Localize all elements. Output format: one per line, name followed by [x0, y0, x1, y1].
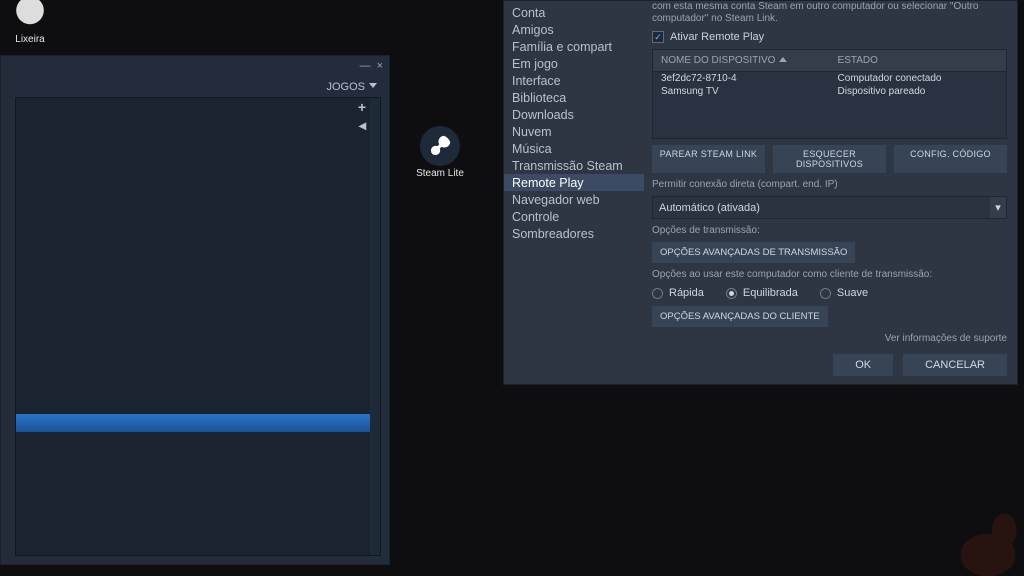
library-list[interactable]: + ◂ [15, 97, 381, 556]
col-device[interactable]: NOME DO DISPOSITIVO [661, 55, 838, 66]
desktop-label: Lixeira [5, 34, 55, 45]
remote-play-description: com esta mesma conta Steam em outro comp… [652, 1, 1007, 25]
radio-label: Suave [837, 287, 868, 299]
settings-content: com esta mesma conta Steam em outro comp… [644, 1, 1017, 384]
chevron-down-icon: ▾ [990, 197, 1006, 218]
col-state[interactable]: ESTADO [838, 55, 998, 66]
nav-navegador[interactable]: Navegador web [512, 191, 644, 208]
nav-familia[interactable]: Família e compart [512, 38, 644, 55]
radio-label: Equilibrada [743, 287, 798, 299]
add-button[interactable]: + [16, 102, 366, 112]
nav-remote-play[interactable]: Remote Play [504, 174, 644, 191]
nav-amigos[interactable]: Amigos [512, 21, 644, 38]
watermark-icon [934, 506, 1024, 576]
library-window: — × JOGOS + ◂ [0, 55, 390, 565]
settings-nav: Conta Amigos Família e compart Em jogo I… [504, 1, 644, 384]
desktop-icon-recycle[interactable]: Lixeira [5, 0, 55, 45]
nav-controle[interactable]: Controle [512, 208, 644, 225]
nav-emjogo[interactable]: Em jogo [512, 55, 644, 72]
unpair-devices-button[interactable]: ESQUECER DISPOSITIVOS [773, 145, 886, 173]
direct-connection-label: Permitir conexão direta (compart. end. I… [652, 179, 1007, 190]
cell: Computador conectado [838, 73, 998, 84]
library-left-gutter [1, 98, 15, 564]
client-options-label: Opções ao usar este computador como clie… [652, 269, 1007, 280]
checkbox-icon: ✓ [652, 31, 664, 43]
radio-smooth[interactable]: Suave [820, 287, 868, 299]
nav-nuvem[interactable]: Nuvem [512, 123, 644, 140]
select-value: Automático (ativada) [659, 202, 760, 214]
radio-icon [820, 288, 831, 299]
steam-icon [420, 126, 460, 166]
list-item[interactable] [16, 414, 380, 432]
dialog-footer: OK CANCELAR [652, 350, 1007, 376]
advanced-host-options-button[interactable]: OPÇÕES AVANÇADAS DE TRANSMISSÃO [652, 242, 855, 263]
table-header: NOME DO DISPOSITIVO ESTADO [653, 50, 1006, 72]
nav-interface[interactable]: Interface [512, 72, 644, 89]
host-options-label: Opções de transmissão: [652, 225, 1007, 236]
close-button[interactable]: × [377, 60, 383, 72]
settings-window: Conta Amigos Família e compart Em jogo I… [503, 0, 1018, 385]
cell: 3ef2dc72-8710-4 [661, 73, 838, 84]
games-dropdown[interactable]: JOGOS [326, 81, 377, 93]
config-code-button[interactable]: CONFIG. CÓDIGO [894, 145, 1007, 173]
table-row[interactable]: 3ef2dc72-8710-4 Computador conectado [653, 72, 1006, 85]
direct-connection-select[interactable]: Automático (ativada) ▾ [652, 196, 1007, 219]
collapse-button[interactable]: ◂ [16, 120, 366, 130]
title-bar: — × [1, 56, 389, 76]
nav-transmissao[interactable]: Transmissão Steam [512, 157, 644, 174]
checkbox-label: Ativar Remote Play [670, 31, 764, 43]
ok-button[interactable]: OK [833, 354, 893, 376]
cancel-button[interactable]: CANCELAR [903, 354, 1007, 376]
table-empty [653, 98, 1006, 138]
radio-icon [726, 288, 737, 299]
nav-conta[interactable]: Conta [512, 4, 644, 21]
radio-icon [652, 288, 663, 299]
library-toolbar: JOGOS [1, 76, 389, 98]
cell: Samsung TV [661, 86, 838, 97]
support-link[interactable]: Ver informações de suporte [652, 333, 1007, 344]
nav-downloads[interactable]: Downloads [512, 106, 644, 123]
nav-musica[interactable]: Música [512, 140, 644, 157]
device-table: NOME DO DISPOSITIVO ESTADO 3ef2dc72-8710… [652, 49, 1007, 139]
quality-radio-group: Rápida Equilibrada Suave [652, 286, 1007, 300]
cell: Dispositivo pareado [838, 86, 998, 97]
nav-sombreadores[interactable]: Sombreadores [512, 225, 644, 242]
desktop-icon-steam-lite[interactable]: Steam Lite [415, 126, 465, 179]
radio-fast[interactable]: Rápida [652, 287, 704, 299]
nav-biblioteca[interactable]: Biblioteca [512, 89, 644, 106]
enable-remote-play-checkbox[interactable]: ✓ Ativar Remote Play [652, 31, 1007, 43]
scrollbar[interactable] [370, 98, 380, 555]
advanced-client-options-button[interactable]: OPÇÕES AVANÇADAS DO CLIENTE [652, 306, 828, 327]
recycle-bin-icon [12, 0, 48, 32]
pair-steam-link-button[interactable]: PAREAR STEAM LINK [652, 145, 765, 173]
device-buttons: PAREAR STEAM LINK ESQUECER DISPOSITIVOS … [652, 145, 1007, 173]
table-row[interactable]: Samsung TV Dispositivo pareado [653, 85, 1006, 98]
minimize-button[interactable]: — [360, 60, 371, 72]
radio-balanced[interactable]: Equilibrada [726, 287, 798, 299]
radio-label: Rápida [669, 287, 704, 299]
desktop-label: Steam Lite [415, 168, 465, 179]
